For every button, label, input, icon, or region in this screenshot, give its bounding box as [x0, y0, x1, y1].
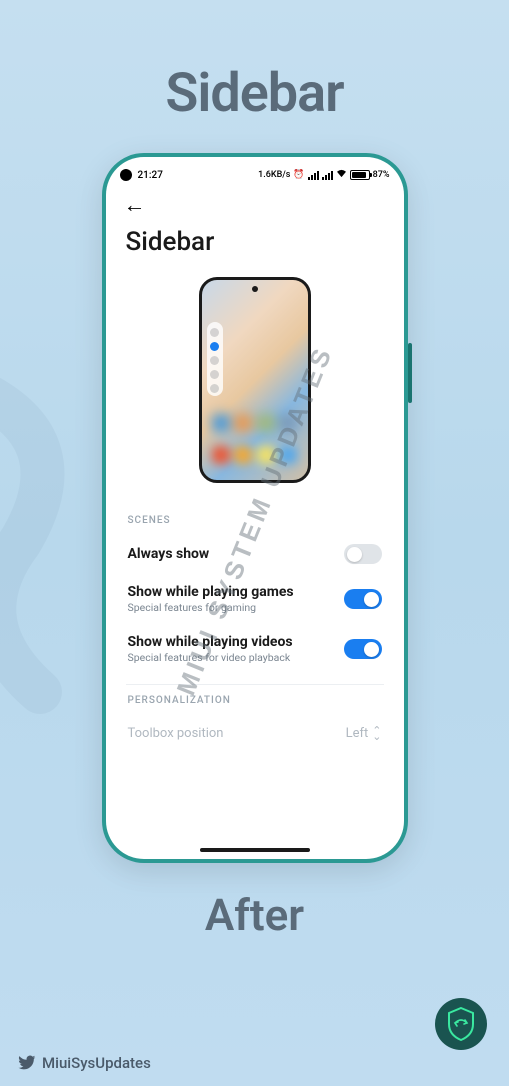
phone-screen: 21:27 1.6KB/s ⏰ 87% ← Sidebar [106, 157, 404, 859]
sidebar-preview [106, 273, 404, 505]
setting-subtitle: Special features for gaming [128, 601, 294, 614]
page-title: Sidebar [106, 217, 404, 273]
section-label-scenes: SCENES [106, 505, 404, 534]
setting-title: Show while playing videos [128, 634, 293, 650]
toolbox-position-label: Toolbox position [128, 726, 224, 741]
chevron-updown-icon: ⌃⌄ [372, 728, 381, 739]
shield-icon [446, 1007, 476, 1041]
setting-subtitle: Special features for video playback [128, 651, 293, 664]
battery-icon [350, 170, 370, 180]
setting-show-games[interactable]: Show while playing games Special feature… [106, 574, 404, 624]
status-bar: 21:27 1.6KB/s ⏰ 87% [106, 163, 404, 187]
bottom-heading: After [0, 889, 509, 941]
phone-mockup-frame: 21:27 1.6KB/s ⏰ 87% ← Sidebar [102, 153, 408, 863]
camera-punch-hole [120, 169, 132, 181]
setting-show-videos[interactable]: Show while playing videos Special featur… [106, 624, 404, 674]
toolbox-position-value: Left [346, 726, 369, 741]
sidebar-pill-preview [207, 322, 223, 396]
credit-handle: MiuiSysUpdates [42, 1054, 151, 1072]
toggle-show-videos[interactable] [344, 639, 382, 659]
alarm-icon: ⏰ [293, 170, 304, 180]
toggle-show-games[interactable] [344, 589, 382, 609]
signal-icon [308, 171, 319, 180]
credit-row: MiuiSysUpdates [18, 1054, 151, 1072]
status-battery-pct: 87% [373, 170, 390, 180]
status-net-speed: 1.6KB/s [258, 170, 290, 180]
back-button[interactable]: ← [124, 193, 146, 218]
wifi-icon [336, 169, 347, 181]
signal-icon-2 [322, 171, 333, 180]
app-badge-icon [435, 998, 487, 1050]
setting-always-show[interactable]: Always show [106, 534, 404, 574]
setting-title: Show while playing games [128, 584, 294, 600]
top-heading: Sidebar [0, 62, 509, 125]
twitter-icon [18, 1055, 36, 1071]
section-label-personalization: PERSONALIZATION [106, 685, 404, 714]
mini-phone-preview [199, 277, 311, 483]
phone-side-button-deco [408, 343, 412, 403]
toggle-always-show[interactable] [344, 544, 382, 564]
toolbox-position-row[interactable]: Toolbox position Left ⌃⌄ [106, 714, 404, 741]
setting-title: Always show [128, 546, 210, 562]
gesture-nav-bar[interactable] [200, 848, 310, 852]
status-time: 21:27 [138, 170, 163, 181]
